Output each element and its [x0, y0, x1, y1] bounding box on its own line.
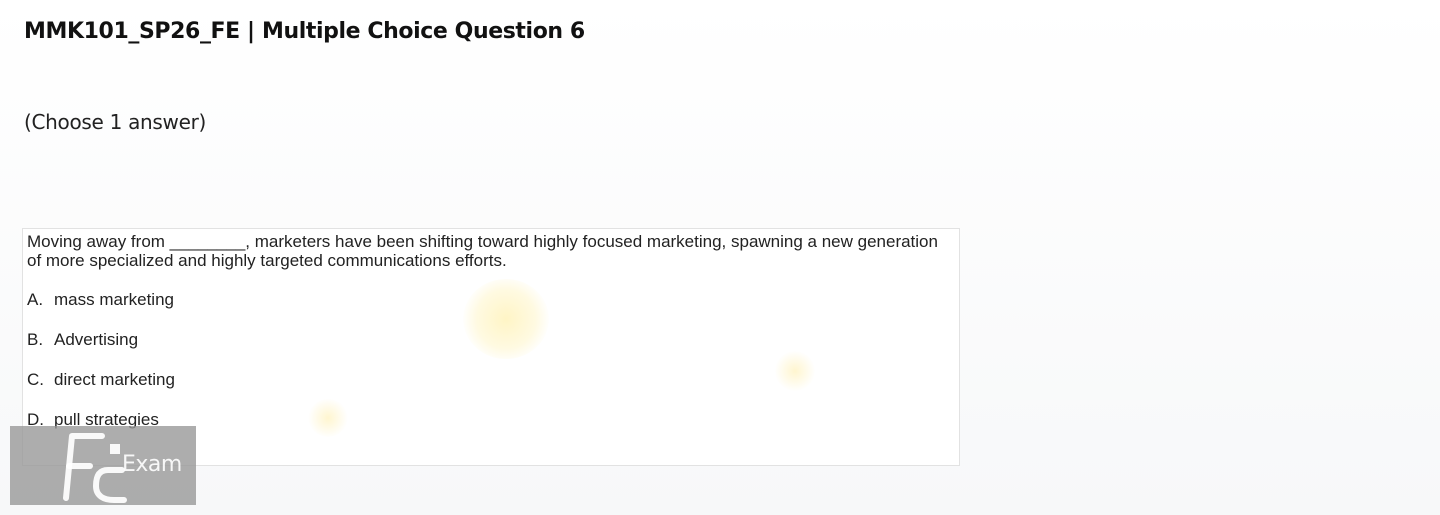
option-text: Advertising — [54, 330, 139, 349]
option-c: C. direct marketing — [27, 370, 175, 390]
option-letter: B. — [27, 330, 44, 349]
stain-decoration — [308, 399, 348, 437]
option-text: direct marketing — [54, 370, 175, 389]
watermark-logo: Exam — [10, 426, 196, 505]
option-b: B. Advertising — [27, 330, 138, 350]
option-a: A. mass marketing — [27, 290, 174, 310]
question-stem: Moving away from ________, marketers hav… — [27, 232, 938, 270]
option-letter: C. — [27, 370, 44, 389]
stain-decoration — [463, 279, 549, 359]
page-title: MMK101_SP26_FE | Multiple Choice Questio… — [24, 19, 585, 44]
option-text: mass marketing — [54, 290, 174, 309]
option-letter: A. — [27, 290, 44, 309]
watermark-text: Exam — [122, 452, 182, 477]
stain-decoration — [775, 351, 815, 391]
answer-instruction: (Choose 1 answer) — [24, 110, 207, 134]
